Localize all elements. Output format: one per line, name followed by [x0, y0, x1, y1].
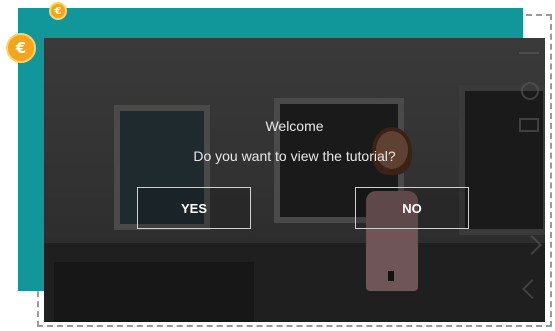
- yes-button[interactable]: YES: [137, 187, 251, 229]
- dialog-title: Welcome: [265, 118, 324, 134]
- no-button[interactable]: NO: [355, 187, 469, 229]
- coin-icon-large: €: [6, 33, 36, 63]
- scene-bench: [54, 262, 254, 322]
- dialog-question: Do you want to view the tutorial?: [193, 148, 396, 164]
- menu-icon: [519, 52, 539, 54]
- settings-icon: [521, 82, 539, 100]
- game-viewport: Welcome Do you want to view the tutorial…: [44, 38, 545, 322]
- character-accessory: [388, 271, 394, 281]
- coin-icon-small: €: [49, 2, 67, 20]
